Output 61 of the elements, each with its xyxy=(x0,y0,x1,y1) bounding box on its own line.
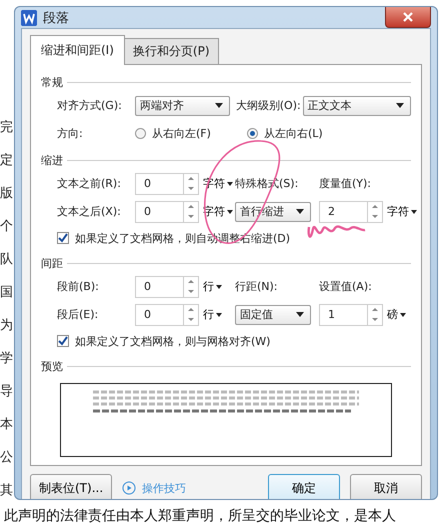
field-label: 文本之后(X): xyxy=(57,204,122,219)
number-field[interactable]: 1 xyxy=(319,304,383,326)
document-text: 国 xyxy=(0,285,14,301)
number-field[interactable]: 0 xyxy=(135,304,199,326)
checkbox-label: 如果定义了文档网格，则与网格对齐(W) xyxy=(75,334,270,348)
field-label: 大纲级别(O): xyxy=(236,98,301,113)
caret-icon xyxy=(396,103,404,108)
document-text: 导 xyxy=(0,384,14,400)
number-field[interactable]: 0 xyxy=(135,200,199,222)
number-field[interactable]: 2 xyxy=(319,200,383,222)
document-text: 版 xyxy=(0,186,14,202)
field-label: 对齐方式(G): xyxy=(57,98,123,113)
document-text: 定 xyxy=(0,153,14,169)
close-icon xyxy=(403,12,413,22)
section-heading: 常规 xyxy=(41,75,63,90)
unit-dropdown[interactable]: 行 xyxy=(199,278,235,295)
field-label: 行距(N): xyxy=(235,279,279,294)
field-label: 度量值(Y): xyxy=(319,176,372,191)
radio-button[interactable] xyxy=(135,128,146,139)
radio-button[interactable] xyxy=(247,128,258,139)
document-text: 个 xyxy=(0,219,14,235)
document-text: 此声明的法律责任由本人郑重声明，所呈交的毕业论文，是本人 xyxy=(3,507,396,526)
document-text: 公 xyxy=(0,450,14,466)
document-text: 队 xyxy=(0,252,14,268)
cancel-button[interactable]: 取消 xyxy=(350,474,422,499)
caret-icon xyxy=(296,312,304,317)
window-title: 段落 xyxy=(43,10,69,26)
unit-dropdown[interactable]: 字符 xyxy=(383,203,419,220)
number-field[interactable]: 0 xyxy=(135,276,199,298)
dropdown[interactable]: 正文文本 xyxy=(302,96,411,116)
section-heading: 预览 xyxy=(41,359,63,374)
app-logo-icon xyxy=(21,10,37,26)
caret-icon xyxy=(214,103,223,108)
field-label: 设置值(A): xyxy=(319,279,372,294)
radio-label: 从右向左(F) xyxy=(152,126,211,141)
document-text: 本 xyxy=(0,417,14,433)
ok-button[interactable]: 确定 xyxy=(268,474,340,499)
field-label: 段后(E): xyxy=(57,307,100,322)
tab[interactable]: 缩进和间距(I) xyxy=(30,35,125,65)
radio-label: 从左向右(L) xyxy=(264,126,323,141)
document-text: 为 xyxy=(0,318,14,334)
unit-dropdown[interactable]: 磅 xyxy=(383,306,419,323)
checkbox[interactable] xyxy=(57,232,69,244)
document-text: 完 xyxy=(0,120,14,136)
field-label: 文本之前(R): xyxy=(57,176,122,191)
play-icon xyxy=(122,481,136,495)
checkbox[interactable] xyxy=(57,335,69,347)
tab[interactable]: 换行和分页(P) xyxy=(124,38,219,64)
field-label: 段前(B): xyxy=(57,279,100,294)
number-field[interactable]: 0 xyxy=(135,172,199,194)
section-heading: 缩进 xyxy=(41,153,63,168)
unit-dropdown[interactable]: 行 xyxy=(199,306,235,323)
dropdown[interactable]: 固定值 xyxy=(235,304,311,324)
field-label: 方向: xyxy=(57,126,84,141)
dropdown[interactable]: 两端对齐 xyxy=(135,96,230,116)
document-text: 其 xyxy=(0,483,14,499)
document-text: 学 xyxy=(0,351,14,367)
close-button[interactable] xyxy=(385,7,431,28)
caret-icon xyxy=(296,209,304,214)
tab-stops-button[interactable]: 制表位(T)... xyxy=(30,474,112,499)
section-heading: 间距 xyxy=(41,256,63,271)
